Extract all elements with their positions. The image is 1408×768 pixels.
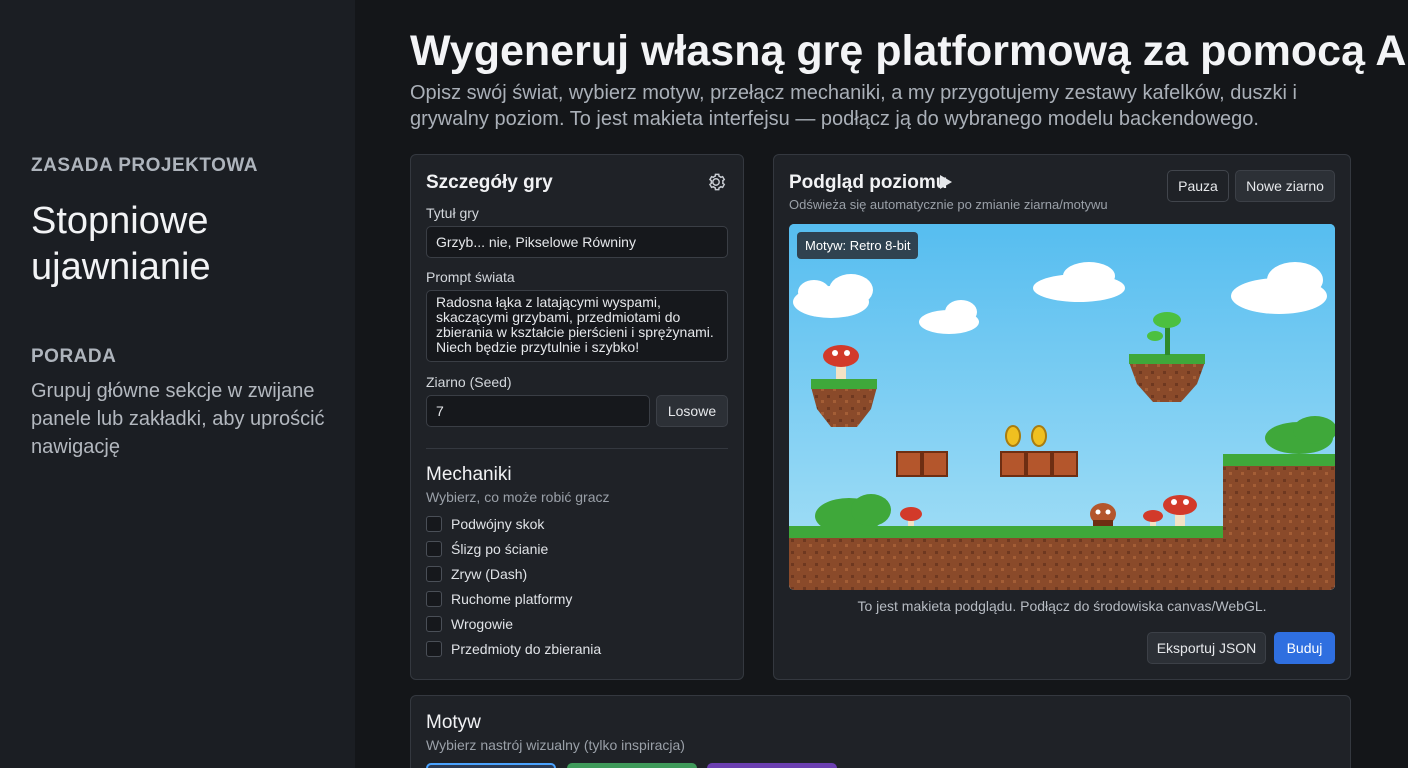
theme-hint: Wybierz nastrój wizualny (tylko inspirac…	[426, 737, 685, 753]
mechanic-enemies[interactable]: Wrogowie	[426, 614, 513, 634]
page-title: Wygeneruj własną grę platformową za pomo…	[410, 27, 1408, 75]
seed-input[interactable]: 7	[426, 395, 650, 427]
theme-heading: Motyw	[426, 712, 481, 733]
tip-label: PORADA	[31, 346, 117, 367]
world-prompt-textarea[interactable]: Radosna łąka z latającymi wyspami, skacz…	[426, 290, 728, 362]
game-details-heading: Szczegóły gry	[426, 172, 553, 193]
preview-note: To jest makieta podglądu. Podłącz do śro…	[857, 598, 1267, 614]
mechanic-dash[interactable]: Zryw (Dash)	[426, 564, 527, 584]
level-preview-heading: Podgląd poziomu	[789, 172, 948, 193]
level-preview-panel: Podgląd poziomu Odświeża się automatyczn…	[773, 154, 1351, 680]
gear-icon[interactable]	[705, 171, 727, 193]
mechanics-hint: Wybierz, co może robić gracz	[426, 489, 610, 505]
design-principle-label: ZASADA PROJEKTOWA	[31, 155, 259, 176]
build-button[interactable]: Buduj	[1274, 632, 1335, 664]
mechanic-label: Ruchome platformy	[451, 591, 573, 607]
page-subtitle: Opisz swój świat, wybierz motyw, przełąc…	[410, 82, 1297, 130]
mechanics-heading: Mechaniki	[426, 464, 512, 485]
export-json-button[interactable]: Eksportuj JSON	[1147, 632, 1266, 664]
mechanic-double-jump[interactable]: Podwójny skok	[426, 514, 544, 534]
tip-text: Grupuj główne sekcje w zwijane panele lu…	[31, 380, 325, 458]
preview-hint: Odświeża się automatycznie po zmianie zi…	[789, 197, 1108, 212]
ground	[789, 526, 1245, 590]
theme-option-retro[interactable]	[426, 763, 556, 768]
seed-label: Ziarno (Seed)	[426, 374, 512, 390]
new-seed-button[interactable]: Nowe ziarno	[1235, 170, 1335, 202]
theme-badge: Motyw: Retro 8-bit	[797, 232, 919, 259]
pause-button[interactable]: Pauza	[1167, 170, 1229, 202]
game-details-panel: Szczegóły gry Tytuł gry Grzyb... nie, Pi…	[410, 154, 744, 680]
checkbox[interactable]	[426, 591, 442, 607]
level-scene	[789, 224, 1335, 590]
checkbox[interactable]	[426, 541, 442, 557]
game-title-input[interactable]: Grzyb... nie, Pikselowe Równiny	[426, 226, 728, 258]
mechanic-label: Podwójny skok	[451, 516, 545, 532]
theme-option-green[interactable]	[567, 763, 697, 768]
raised-ground-right	[1223, 454, 1335, 590]
mechanic-moving-platforms[interactable]: Ruchome platformy	[426, 589, 572, 609]
play-icon[interactable]	[940, 175, 952, 189]
world-prompt-label: Prompt świata	[426, 269, 515, 285]
mechanic-label: Wrogowie	[451, 616, 513, 632]
mechanic-label: Zryw (Dash)	[451, 566, 528, 582]
brick-blocks-left	[896, 451, 948, 477]
game-title-label: Tytuł gry	[426, 205, 479, 221]
mechanic-label: Przedmioty do zbierania	[451, 641, 602, 657]
checkbox[interactable]	[426, 516, 442, 532]
theme-option-purple[interactable]	[707, 763, 837, 768]
theme-panel: Motyw Wybierz nastrój wizualny (tylko in…	[410, 695, 1351, 768]
section-divider	[426, 448, 728, 449]
level-canvas[interactable]: Motyw: Retro 8-bit	[789, 224, 1335, 590]
checkbox[interactable]	[426, 641, 442, 657]
enemy-goomba	[1090, 503, 1116, 526]
sidebar: ZASADA PROJEKTOWA Stopniowe ujawnianie P…	[0, 0, 355, 768]
mechanic-label: Ślizg po ścianie	[451, 541, 549, 557]
main-content: Wygeneruj własną grę platformową za pomo…	[355, 0, 1408, 768]
random-seed-button[interactable]: Losowe	[656, 395, 728, 427]
checkbox[interactable]	[426, 616, 442, 632]
design-principle-value: Stopniowe ujawnianie	[31, 200, 211, 288]
brick-blocks-middle	[1000, 451, 1078, 477]
checkbox[interactable]	[426, 566, 442, 582]
mechanic-collectibles[interactable]: Przedmioty do zbierania	[426, 639, 601, 659]
mechanic-wall-slide[interactable]: Ślizg po ścianie	[426, 539, 548, 559]
